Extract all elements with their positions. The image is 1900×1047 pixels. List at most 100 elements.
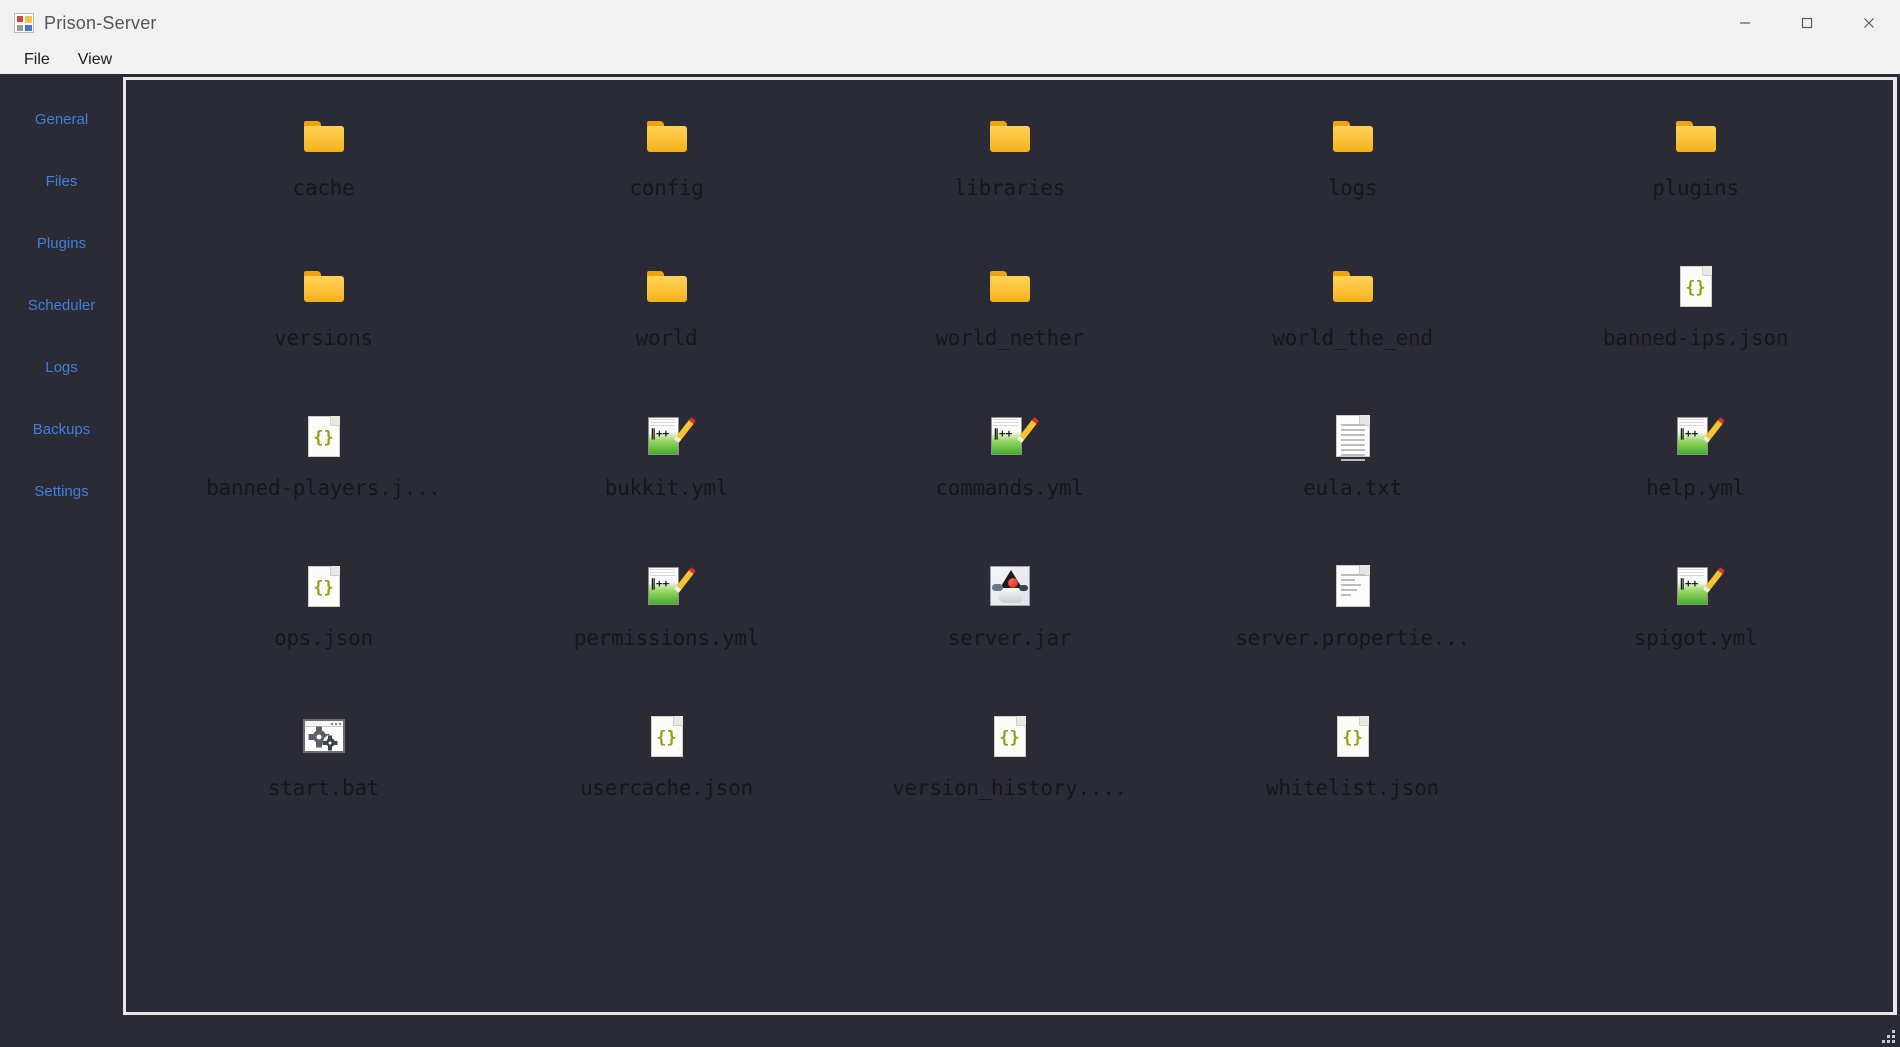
file-item[interactable]: world_the_end <box>1181 248 1524 398</box>
minimize-icon <box>1740 22 1750 24</box>
folder-icon <box>1674 114 1718 158</box>
file-item-label: help.yml <box>1646 476 1745 500</box>
title-bar-left: Prison-Server <box>0 13 157 34</box>
file-item[interactable]: start.bat <box>152 698 495 848</box>
app-window-icon <box>14 13 34 33</box>
file-item-label: world <box>635 326 698 350</box>
file-item[interactable]: ∥++ bukkit.yml <box>495 398 838 548</box>
menu-bar: File View <box>0 46 1900 74</box>
file-item-label: banned-players.j... <box>206 476 441 500</box>
file-item[interactable]: world_nether <box>838 248 1181 398</box>
json-file-icon: {} <box>1331 714 1375 758</box>
notepad-plus-plus-icon: ∥++ <box>988 414 1039 458</box>
notepad-plus-plus-icon: ∥++ <box>1674 414 1725 458</box>
file-item-label: commands.yml <box>935 476 1084 500</box>
notepad-plus-plus-icon: ∥++ <box>1674 564 1725 608</box>
application-window: Prison-Server File View General Files Pl… <box>0 0 1900 1047</box>
folder-icon <box>988 264 1032 308</box>
file-item-label: plugins <box>1652 176 1739 200</box>
file-item-label: usercache.json <box>580 776 753 800</box>
file-item[interactable]: cache <box>152 98 495 248</box>
file-item-label: bukkit.yml <box>604 476 729 500</box>
file-item[interactable]: libraries <box>838 98 1181 248</box>
sidebar-item-plugins[interactable]: Plugins <box>0 212 123 274</box>
maximize-button[interactable] <box>1776 0 1838 46</box>
file-item[interactable]: {} banned-ips.json <box>1524 248 1867 398</box>
window-title: Prison-Server <box>44 12 157 33</box>
file-item-label: logs <box>1327 176 1378 200</box>
maximize-icon <box>1801 17 1813 29</box>
json-file-icon: {} <box>302 414 346 458</box>
file-item[interactable]: server.jar <box>838 548 1181 698</box>
json-file-icon: {} <box>988 714 1032 758</box>
file-item-label: eula.txt <box>1303 476 1402 500</box>
status-bar <box>0 1019 1900 1047</box>
close-button[interactable] <box>1838 0 1900 46</box>
file-item-label: libraries <box>953 176 1066 200</box>
resize-grip-icon[interactable] <box>1879 1027 1895 1043</box>
sidebar-item-general[interactable]: General <box>0 88 123 150</box>
sidebar-item-files[interactable]: Files <box>0 150 123 212</box>
file-item-label: config <box>629 176 704 200</box>
json-file-icon: {} <box>302 564 346 608</box>
title-bar: Prison-Server <box>0 0 1900 46</box>
text-document-icon <box>1331 414 1375 461</box>
file-item-label: version_history.... <box>892 776 1127 800</box>
sidebar-navigation: General Files Plugins Scheduler Logs Bac… <box>0 74 123 1019</box>
file-item-label: permissions.yml <box>573 626 760 650</box>
file-item-label: world_nether <box>935 326 1084 350</box>
content-area: cache config libraries logs plugins versions w… <box>123 74 1900 1019</box>
folder-icon <box>1331 114 1375 158</box>
file-item[interactable]: {} banned-players.j... <box>152 398 495 548</box>
sidebar-item-backups[interactable]: Backups <box>0 398 123 460</box>
sidebar-item-settings[interactable]: Settings <box>0 460 123 522</box>
file-item[interactable]: server.propertie... <box>1181 548 1524 698</box>
file-item[interactable]: {} version_history.... <box>838 698 1181 848</box>
java-archive-icon <box>988 564 1032 608</box>
menu-view[interactable]: View <box>66 49 124 72</box>
file-item-label: server.propertie... <box>1235 626 1470 650</box>
minimize-button[interactable] <box>1714 0 1776 46</box>
file-item-label: world_the_end <box>1272 326 1433 350</box>
file-item[interactable]: ∥++ commands.yml <box>838 398 1181 548</box>
sidebar-item-logs[interactable]: Logs <box>0 336 123 398</box>
file-item-label: server.jar <box>947 626 1072 650</box>
file-item-label: spigot.yml <box>1633 626 1758 650</box>
file-item[interactable]: {} whitelist.json <box>1181 698 1524 848</box>
file-item[interactable]: {} ops.json <box>152 548 495 698</box>
file-item[interactable]: versions <box>152 248 495 398</box>
file-item[interactable]: world <box>495 248 838 398</box>
file-item-label: versions <box>274 326 373 350</box>
properties-document-icon <box>1331 564 1375 608</box>
menu-file[interactable]: File <box>12 49 62 72</box>
notepad-plus-plus-icon: ∥++ <box>645 564 696 608</box>
file-item[interactable]: {} usercache.json <box>495 698 838 848</box>
folder-icon <box>302 264 346 308</box>
file-item[interactable]: eula.txt <box>1181 398 1524 548</box>
sidebar-item-scheduler[interactable]: Scheduler <box>0 274 123 336</box>
file-item-label: cache <box>292 176 355 200</box>
file-grid: cache config libraries logs plugins versions w… <box>126 80 1893 848</box>
file-item[interactable]: logs <box>1181 98 1524 248</box>
file-item[interactable]: ∥++ permissions.yml <box>495 548 838 698</box>
file-item[interactable]: plugins <box>1524 98 1867 248</box>
folder-icon <box>1331 264 1375 308</box>
json-file-icon: {} <box>1674 264 1718 308</box>
main-body: General Files Plugins Scheduler Logs Bac… <box>0 74 1900 1019</box>
file-item[interactable]: config <box>495 98 838 248</box>
file-item-label: banned-ips.json <box>1602 326 1789 350</box>
folder-icon <box>645 114 689 158</box>
file-item-label: ops.json <box>274 626 373 650</box>
json-file-icon: {} <box>645 714 689 758</box>
file-browser-panel[interactable]: cache config libraries logs plugins versions w… <box>123 77 1897 1015</box>
file-item-label: whitelist.json <box>1266 776 1439 800</box>
file-item-label: start.bat <box>267 776 380 800</box>
notepad-plus-plus-icon: ∥++ <box>645 414 696 458</box>
window-controls <box>1714 0 1900 46</box>
file-item[interactable]: ∥++ help.yml <box>1524 398 1867 548</box>
file-item[interactable]: ∥++ spigot.yml <box>1524 548 1867 698</box>
batch-script-icon <box>302 714 346 758</box>
folder-icon <box>302 114 346 158</box>
close-icon <box>1864 18 1874 28</box>
folder-icon <box>645 264 689 308</box>
